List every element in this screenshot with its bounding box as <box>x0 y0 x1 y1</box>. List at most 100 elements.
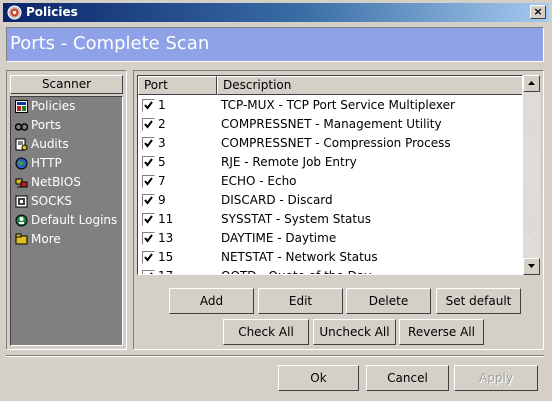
table-row[interactable]: 17 QOTD - Quote of the Day <box>138 267 522 274</box>
nav-item-more[interactable]: More <box>11 230 122 249</box>
ports-icon <box>15 123 28 131</box>
description-cell: NETSTAT - Network Status <box>221 250 378 264</box>
policies-icon <box>15 100 28 113</box>
port-cell: 15 <box>158 250 174 264</box>
table-row[interactable]: 13 DAYTIME - Daytime <box>138 229 522 248</box>
ports-table: Port Description 1 TCP-MUX - TCP Port Se… <box>137 75 523 275</box>
checkmark-icon <box>150 272 153 274</box>
description-cell: RJE - Remote Job Entry <box>221 155 357 169</box>
edit-button[interactable]: Edit <box>258 288 343 314</box>
checkmark-icon <box>144 196 153 205</box>
table-row[interactable]: 3 COMPRESSNET - Compression Process <box>138 134 522 153</box>
checkmark-icon <box>144 253 153 262</box>
nav-item-ports[interactable]: Ports <box>11 116 122 135</box>
row-checkbox[interactable] <box>142 232 155 245</box>
checkmark-icon <box>144 158 153 167</box>
ok-button[interactable]: Ok <box>278 365 359 391</box>
port-cell: 2 <box>158 117 166 131</box>
port-cell: 1 <box>158 98 166 112</box>
row-checkbox[interactable] <box>142 137 155 150</box>
close-button[interactable]: × <box>530 5 546 19</box>
nav-item-netbios[interactable]: NetBIOS <box>11 173 122 192</box>
ports-panel: Port Description 1 TCP-MUX - TCP Port Se… <box>133 70 544 350</box>
section-title: Ports - Complete Scan <box>10 33 210 54</box>
nav-label: Default Logins <box>31 213 118 227</box>
table-row[interactable]: 5 RJE - Remote Job Entry <box>138 153 522 172</box>
nav-label: Policies <box>31 99 76 113</box>
checkmark-icon <box>144 101 153 110</box>
nav-item-audits[interactable]: Audits <box>11 135 122 154</box>
port-cell: 9 <box>158 193 166 207</box>
description-cell: COMPRESSNET - Compression Process <box>221 136 451 150</box>
table-row[interactable]: 9 DISCARD - Discard <box>138 191 522 210</box>
title-bar[interactable]: Policies × <box>3 3 549 22</box>
table-row[interactable]: 7 ECHO - Echo <box>138 172 522 191</box>
row-checkbox[interactable] <box>142 194 155 207</box>
row-checkbox[interactable] <box>142 213 155 226</box>
scroll-up-button[interactable] <box>523 75 540 92</box>
nav-item-http[interactable]: HTTP <box>11 154 122 173</box>
table-row[interactable]: 11 SYSSTAT - System Status <box>138 210 522 229</box>
set-default-button[interactable]: Set default <box>436 288 521 314</box>
nav-label: HTTP <box>31 156 62 170</box>
description-cell: DISCARD - Discard <box>221 193 333 207</box>
checkmark-icon <box>144 177 153 186</box>
checkmark-icon <box>144 234 153 243</box>
nav-label: More <box>31 232 61 246</box>
column-header-description[interactable]: Description <box>217 76 522 95</box>
port-cell: 17 <box>158 267 173 274</box>
policies-dialog: Policies × Ports - Complete Scan Scanner… <box>0 0 552 401</box>
table-row[interactable]: 2 COMPRESSNET - Management Utility <box>138 115 522 134</box>
socks-icon <box>15 195 28 208</box>
scanner-nav: Policies Ports Audits HTTP NetBIOS SOCKS <box>10 96 123 346</box>
description-cell: TCP-MUX - TCP Port Service Multiplexer <box>221 98 455 112</box>
row-checkbox[interactable] <box>142 118 155 131</box>
check-all-button[interactable]: Check All <box>223 319 309 345</box>
description-cell: DAYTIME - Daytime <box>221 231 337 245</box>
section-banner: Ports - Complete Scan <box>6 27 544 62</box>
port-cell: 3 <box>158 136 166 150</box>
close-icon: × <box>533 5 543 18</box>
scanner-panel: Scanner Policies Ports Audits HTTP NetBI… <box>6 70 127 350</box>
audits-icon <box>15 138 28 151</box>
nav-item-policies[interactable]: Policies <box>11 97 122 116</box>
row-checkbox[interactable] <box>142 251 155 264</box>
netbios-icon <box>15 178 28 188</box>
nav-label: Ports <box>31 118 62 132</box>
description-cell: ECHO - Echo <box>221 174 297 188</box>
row-checkbox[interactable] <box>142 99 155 112</box>
description-cell: QOTD - Quote of the Day <box>221 267 371 274</box>
checkmark-icon <box>144 120 153 129</box>
table-row[interactable]: 15 NETSTAT - Network Status <box>138 248 522 267</box>
checkmark-icon <box>144 215 153 224</box>
nav-label: Audits <box>31 137 69 151</box>
nav-label: NetBIOS <box>31 175 81 189</box>
description-cell: COMPRESSNET - Management Utility <box>221 117 442 131</box>
nav-item-socks[interactable]: SOCKS <box>11 192 122 211</box>
window-title: Policies <box>26 5 78 19</box>
row-checkbox[interactable] <box>142 156 155 169</box>
description-cell: SYSSTAT - System Status <box>221 212 371 226</box>
row-checkbox[interactable] <box>142 270 155 274</box>
add-button[interactable]: Add <box>169 288 254 314</box>
more-icon <box>15 233 28 245</box>
arrow-up-icon <box>528 81 535 85</box>
scanner-header: Scanner <box>10 75 123 94</box>
cancel-button[interactable]: Cancel <box>366 365 449 391</box>
column-header-port[interactable]: Port <box>138 76 217 95</box>
scroll-down-button[interactable] <box>523 258 540 275</box>
table-row[interactable]: 1 TCP-MUX - TCP Port Service Multiplexer <box>138 96 522 115</box>
reverse-all-button[interactable]: Reverse All <box>399 319 484 345</box>
apply-button[interactable]: Apply <box>454 365 538 391</box>
row-checkbox[interactable] <box>142 175 155 188</box>
nav-label: SOCKS <box>31 194 72 208</box>
delete-button[interactable]: Delete <box>346 288 431 314</box>
default-logins-icon <box>15 214 28 227</box>
port-cell: 7 <box>158 174 166 188</box>
app-icon <box>7 5 22 20</box>
port-cell: 11 <box>158 212 174 226</box>
nav-item-default-logins[interactable]: Default Logins <box>11 211 122 230</box>
uncheck-all-button[interactable]: Uncheck All <box>313 319 396 345</box>
arrow-down-icon <box>528 264 535 268</box>
vertical-scrollbar[interactable] <box>523 75 540 275</box>
